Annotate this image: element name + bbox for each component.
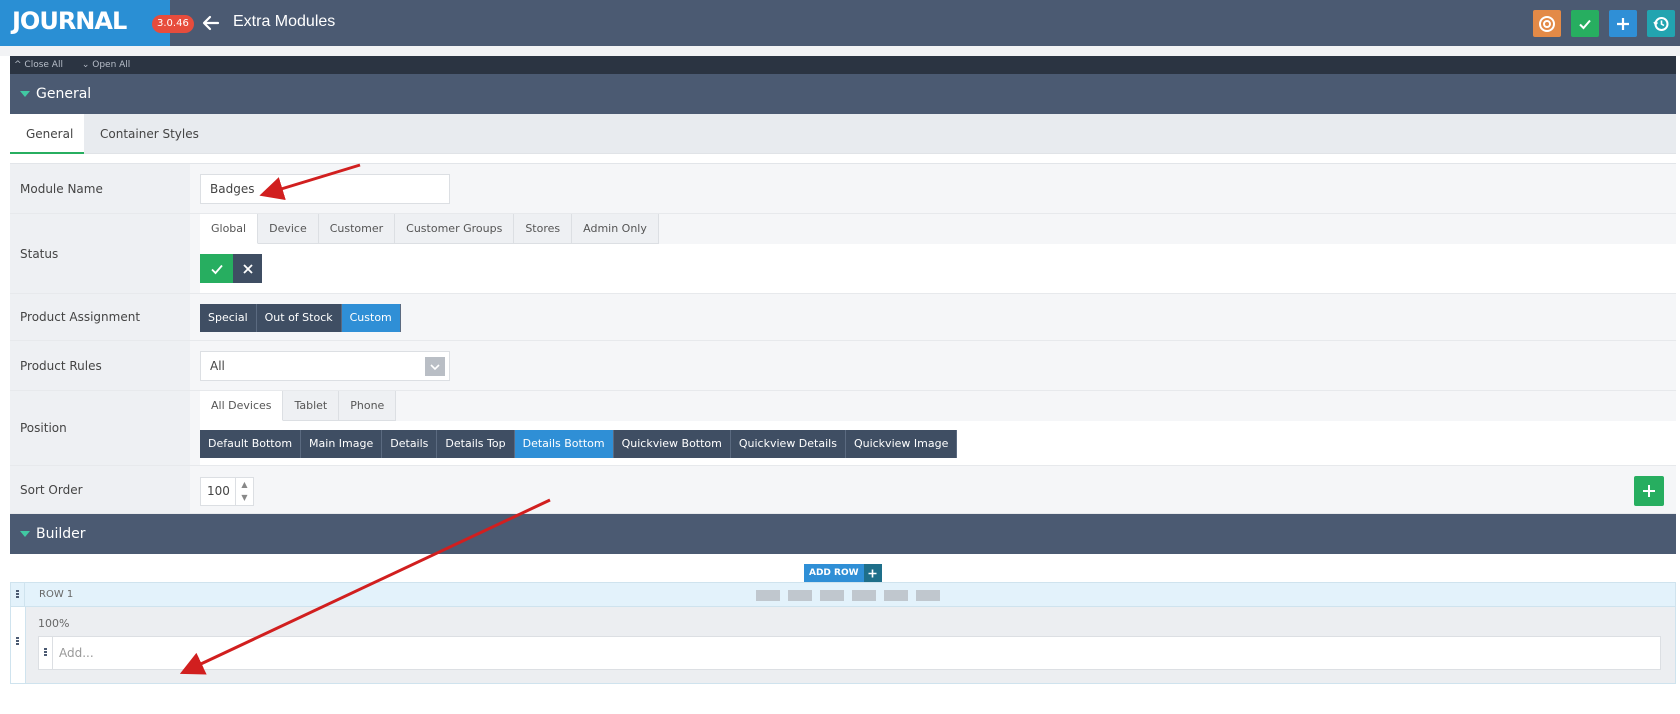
annotation-arrows <box>179 163 551 675</box>
arrow-to-module-name <box>259 163 361 201</box>
arrow-to-add-placeholder <box>179 498 551 675</box>
